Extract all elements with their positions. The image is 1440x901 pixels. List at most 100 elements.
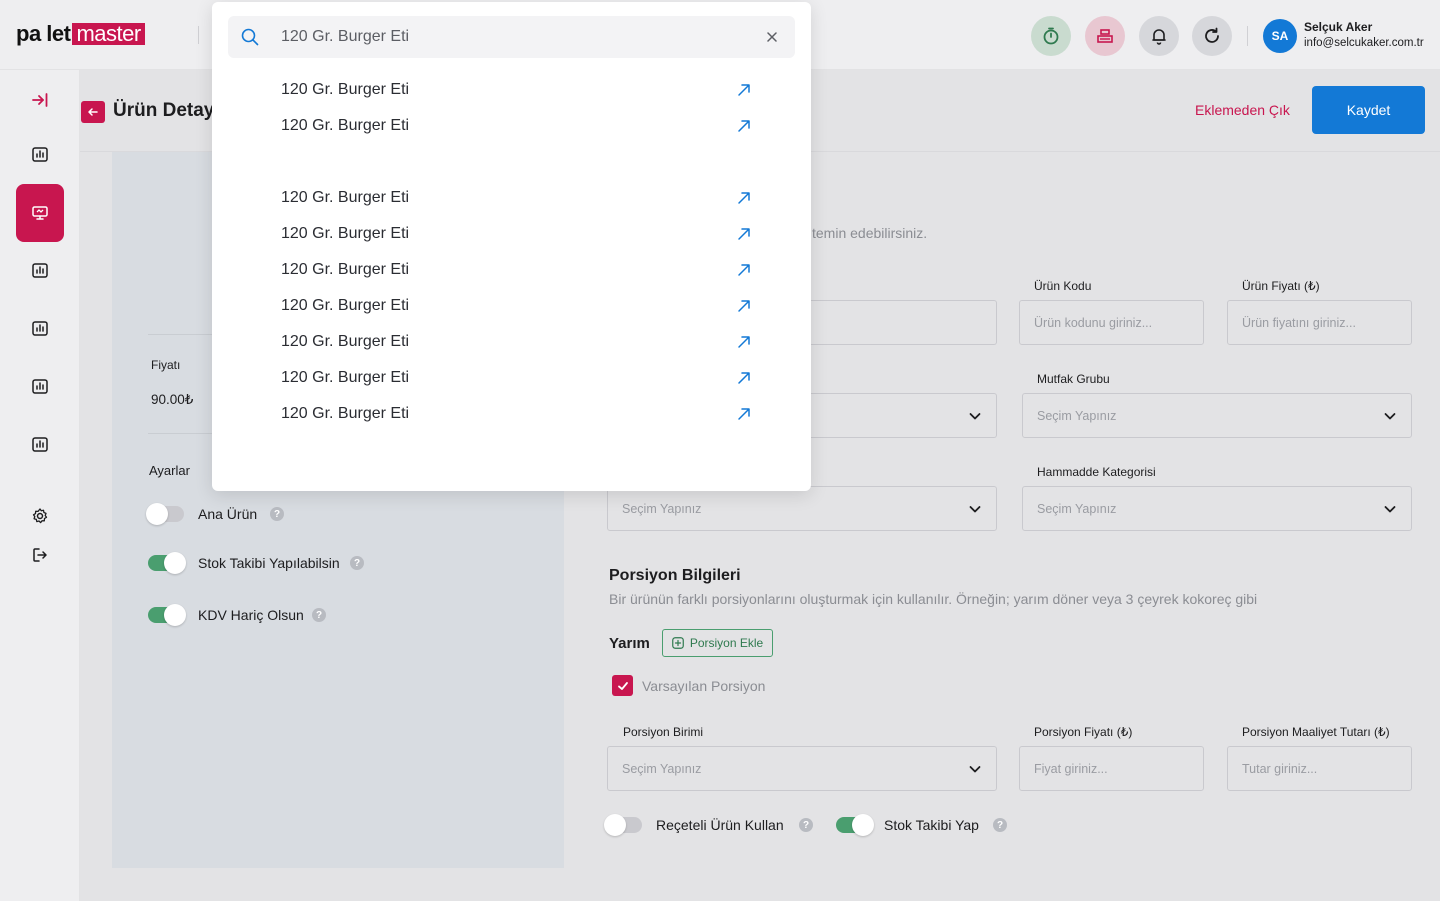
search-result-item[interactable]: 120 Gr. Burger Eti xyxy=(281,78,751,102)
timer-button[interactable] xyxy=(1031,16,1071,56)
stock-tracking-label: Stok Takibi Yapılabilsin xyxy=(198,555,340,571)
portion-name: Yarım xyxy=(609,635,650,652)
search-result-label: 120 Gr. Burger Eti xyxy=(281,333,410,350)
arrow-up-right-icon xyxy=(738,408,750,420)
portion-stock-toggle[interactable] xyxy=(836,814,874,836)
vat-excluded-toggle[interactable] xyxy=(148,604,186,626)
sidebar-item-reports-2[interactable] xyxy=(16,246,64,294)
close-icon[interactable] xyxy=(767,32,777,42)
user-name: Selçuk Aker xyxy=(1304,20,1373,34)
arrow-up-right-icon xyxy=(738,264,750,276)
arrow-up-right-icon xyxy=(738,300,750,312)
sidebar-collapse-button[interactable] xyxy=(16,76,64,124)
sidebar-item-reports-3[interactable] xyxy=(16,304,64,352)
back-button[interactable] xyxy=(81,101,105,123)
brand-logo-part1: pa let xyxy=(16,21,71,46)
select-placeholder: Seçim Yapınız xyxy=(1037,408,1117,423)
help-icon[interactable]: ? xyxy=(799,818,813,832)
kitchen-group-select[interactable]: Seçim Yapınız xyxy=(1022,393,1412,438)
toggle-knob xyxy=(852,814,874,836)
collapse-arrow-icon xyxy=(32,93,48,107)
cash-register-icon xyxy=(1097,29,1113,43)
help-icon[interactable]: ? xyxy=(312,608,326,622)
select-placeholder: Seçim Yapınız xyxy=(622,501,702,516)
stock-tracking-toggle[interactable] xyxy=(148,552,186,574)
sidebar-item-logout[interactable] xyxy=(16,531,64,579)
help-icon[interactable]: ? xyxy=(270,507,284,521)
search-result-label: 120 Gr. Burger Eti xyxy=(281,405,410,422)
chart-icon xyxy=(32,437,48,452)
bell-icon xyxy=(1152,29,1166,45)
search-result-item[interactable]: 120 Gr. Burger Eti xyxy=(281,222,751,246)
search-popover: 120 Gr. Burger Eti 120 Gr. Burger Eti 12… xyxy=(212,2,811,491)
chart-icon xyxy=(32,321,48,336)
plus-square-icon xyxy=(671,637,684,649)
product-name-input[interactable] xyxy=(800,300,997,345)
recipe-product-toggle[interactable] xyxy=(604,814,642,836)
chevron-down-icon xyxy=(1384,506,1396,513)
vat-excluded-label: KDV Hariç Olsun xyxy=(198,607,304,623)
product-price-input[interactable]: Ürün fiyatını giriniz... xyxy=(1227,300,1412,345)
portion-section-desc: Bir ürünün farklı porsiyonlarını oluştur… xyxy=(609,591,1258,607)
avatar[interactable]: SA xyxy=(1263,19,1297,53)
brand-logo[interactable]: pa let master xyxy=(16,21,145,46)
sidebar-item-reports-5[interactable] xyxy=(16,420,64,468)
search-input[interactable] xyxy=(281,26,751,48)
portion-cost-label: Porsiyon Maaliyet Tutarı (₺) xyxy=(1242,725,1390,739)
search-result-item[interactable]: 120 Gr. Burger Eti xyxy=(281,294,751,318)
product-code-input[interactable]: Ürün kodunu giriniz... xyxy=(1019,300,1204,345)
chart-icon xyxy=(32,147,48,162)
portion-unit-select[interactable]: Seçim Yapınız xyxy=(607,746,997,791)
portion-cost-input[interactable]: Tutar giriniz... xyxy=(1227,746,1412,791)
search-box xyxy=(228,16,795,58)
top-divider xyxy=(1247,26,1248,46)
toggle-knob xyxy=(604,814,626,836)
search-result-item[interactable]: 120 Gr. Burger Eti xyxy=(281,402,751,426)
portion-price-input[interactable]: Fiyat giriniz... xyxy=(1019,746,1204,791)
search-result-item[interactable]: 120 Gr. Burger Eti xyxy=(281,114,751,138)
chart-icon xyxy=(32,263,48,278)
product-price-label: Ürün Fiyatı (₺) xyxy=(1242,279,1320,293)
help-icon[interactable]: ? xyxy=(993,818,1007,832)
search-result-label: 120 Gr. Burger Eti xyxy=(281,81,410,98)
stopwatch-icon xyxy=(1043,27,1059,45)
unit-select[interactable]: Seçim Yapınız xyxy=(607,486,997,531)
notifications-button[interactable] xyxy=(1139,16,1179,56)
product-code-label: Ürün Kodu xyxy=(1034,279,1092,293)
default-portion-checkbox[interactable] xyxy=(612,675,633,696)
sidebar-item-products[interactable] xyxy=(16,184,64,242)
sidebar-item-reports-1[interactable] xyxy=(16,130,64,178)
help-icon[interactable]: ? xyxy=(350,556,364,570)
arrow-up-right-icon xyxy=(738,120,750,132)
search-result-item[interactable]: 120 Gr. Burger Eti xyxy=(281,258,751,282)
brand-logo-part2: master xyxy=(72,23,145,45)
price-label: Fiyatı xyxy=(151,358,181,372)
gear-icon xyxy=(32,508,48,524)
search-result-item[interactable]: 120 Gr. Burger Eti xyxy=(281,186,751,210)
settings-label: Ayarlar xyxy=(149,463,190,478)
main-product-toggle[interactable] xyxy=(146,503,184,525)
search-result-item[interactable]: 120 Gr. Burger Eti xyxy=(281,366,751,390)
toggle-knob xyxy=(164,552,186,574)
chart-icon xyxy=(32,379,48,394)
refresh-button[interactable] xyxy=(1192,16,1232,56)
add-portion-button[interactable]: Porsiyon Ekle xyxy=(662,629,773,657)
logout-icon xyxy=(33,548,47,562)
main-product-label: Ana Ürün xyxy=(198,506,258,522)
divider xyxy=(148,334,212,335)
search-result-item[interactable]: 120 Gr. Burger Eti xyxy=(281,330,751,354)
portion-unit-label: Porsiyon Birimi xyxy=(623,725,704,739)
sidebar xyxy=(0,70,80,901)
cash-register-button[interactable] xyxy=(1085,16,1125,56)
arrow-up-right-icon xyxy=(738,192,750,204)
save-button[interactable]: Kaydet xyxy=(1312,86,1425,134)
search-result-label: 120 Gr. Burger Eti xyxy=(281,297,410,314)
raw-material-category-label: Hammadde Kategorisi xyxy=(1037,465,1156,479)
page-title: Ürün Detay xyxy=(113,100,215,121)
portion-price-label: Porsiyon Fiyatı (₺) xyxy=(1034,725,1133,739)
exit-without-saving-link[interactable]: Eklemeden Çık xyxy=(1195,102,1290,118)
category-select[interactable] xyxy=(800,393,997,438)
sidebar-item-reports-4[interactable] xyxy=(16,362,64,410)
raw-material-category-select[interactable]: Seçim Yapınız xyxy=(1022,486,1412,531)
chevron-down-icon xyxy=(1384,413,1396,420)
